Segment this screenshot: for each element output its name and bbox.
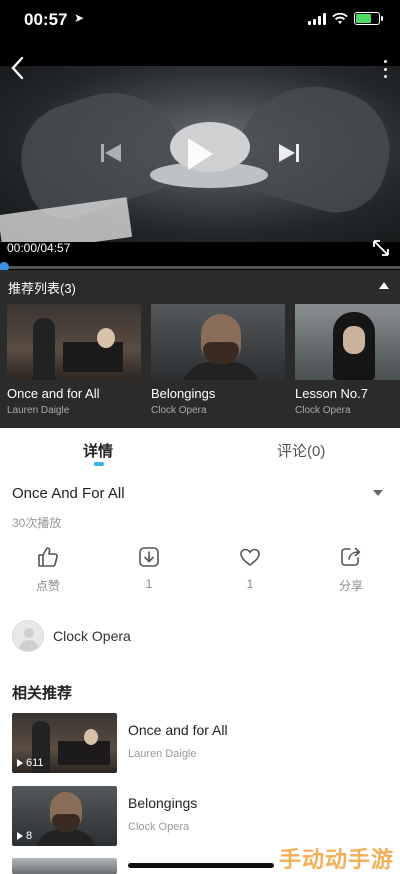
related-item-artist: Clock Opera bbox=[128, 821, 190, 833]
related-item-title: Once and for All bbox=[128, 722, 228, 738]
play-icon bbox=[17, 832, 23, 840]
related-item[interactable]: 8 Belongings Clock Opera bbox=[12, 786, 392, 846]
action-bar: 点赞 1 1 分享 bbox=[0, 545, 400, 600]
chevron-left-icon bbox=[11, 56, 24, 80]
video-thumbnail: 611 bbox=[12, 713, 117, 773]
play-icon bbox=[17, 759, 23, 767]
playlist-item-artist: Clock Opera bbox=[295, 405, 351, 416]
related-item-artist: Lauren Daigle bbox=[128, 748, 197, 760]
more-options-button[interactable] bbox=[382, 60, 388, 78]
playlist-list: Once and for All Lauren Daigle Belonging… bbox=[7, 304, 400, 424]
status-icons bbox=[308, 12, 383, 25]
expand-description-button[interactable] bbox=[373, 490, 383, 496]
play-button[interactable] bbox=[186, 137, 214, 171]
related-item[interactable]: 611 Once and for All Lauren Daigle bbox=[12, 713, 392, 773]
back-button[interactable] bbox=[10, 56, 30, 82]
progress-bar[interactable] bbox=[0, 262, 400, 272]
play-count: 30次播放 bbox=[12, 516, 62, 530]
collapse-playlist-button[interactable] bbox=[379, 282, 389, 289]
play-count-badge: 8 bbox=[17, 830, 32, 842]
share-label: 分享 bbox=[338, 579, 363, 593]
author-row[interactable]: Clock Opera bbox=[12, 620, 131, 652]
video-thumbnail bbox=[151, 304, 285, 380]
like-button[interactable]: 点赞 bbox=[18, 545, 78, 594]
detail-tabs: 详情 评论(0) bbox=[0, 428, 400, 472]
playlist-item-artist: Clock Opera bbox=[151, 405, 207, 416]
status-time: 00:57 bbox=[24, 10, 68, 29]
tab-details[interactable]: 详情 bbox=[83, 440, 113, 461]
playlist-item[interactable]: Belongings Clock Opera bbox=[151, 304, 285, 416]
share-button[interactable]: 分享 bbox=[321, 545, 381, 594]
thumbs-up-icon bbox=[38, 547, 58, 567]
playlist-item[interactable]: Once and for All Lauren Daigle bbox=[7, 304, 141, 416]
status-bar: 00:57 ➤ bbox=[0, 0, 400, 44]
wifi-icon bbox=[332, 12, 348, 24]
video-thumbnail bbox=[7, 304, 141, 380]
watermark-logo: 手动动手游 bbox=[278, 847, 394, 872]
download-count: 1 bbox=[145, 577, 153, 591]
video-thumbnail bbox=[12, 858, 117, 874]
playlist-item-artist: Lauren Daigle bbox=[7, 405, 70, 416]
related-item-title: Belongings bbox=[128, 795, 198, 811]
tab-indicator bbox=[94, 462, 104, 466]
previous-track-button[interactable] bbox=[100, 143, 122, 163]
playlist-item-title: Lesson No.7 bbox=[295, 386, 368, 401]
like-label: 点赞 bbox=[35, 579, 60, 593]
tab-comments[interactable]: 评论(0) bbox=[277, 440, 325, 461]
next-track-button[interactable] bbox=[278, 143, 300, 163]
download-button[interactable]: 1 bbox=[119, 545, 179, 591]
playlist-item[interactable]: Lesson No.7 Clock Opera bbox=[295, 304, 400, 416]
playlist-item-title: Belongings bbox=[151, 386, 216, 401]
favorite-count: 1 bbox=[246, 577, 254, 591]
related-play-count: 611 bbox=[26, 757, 44, 769]
playback-time: 00:00/04:57 bbox=[7, 241, 71, 255]
playlist-panel: 推荐列表(3) Once and for All Lauren Daigle B… bbox=[0, 270, 400, 428]
video-thumbnail: 8 bbox=[12, 786, 117, 846]
cellular-signal-icon bbox=[308, 12, 326, 25]
avatar[interactable] bbox=[12, 620, 44, 652]
share-icon bbox=[341, 547, 361, 566]
song-title: Once And For All bbox=[12, 485, 125, 502]
video-thumbnail bbox=[295, 304, 400, 380]
play-count-badge: 611 bbox=[17, 757, 44, 769]
download-icon bbox=[139, 547, 159, 567]
fullscreen-button[interactable] bbox=[372, 239, 390, 257]
location-arrow-icon: ➤ bbox=[74, 11, 85, 25]
author-name[interactable]: Clock Opera bbox=[53, 628, 131, 644]
playlist-header: 推荐列表(3) bbox=[8, 281, 76, 296]
playlist-item-title: Once and for All bbox=[7, 386, 100, 401]
related-play-count: 8 bbox=[26, 830, 33, 842]
favorite-button[interactable]: 1 bbox=[220, 545, 280, 591]
related-heading: 相关推荐 bbox=[12, 685, 73, 702]
heart-icon bbox=[240, 548, 260, 567]
home-indicator bbox=[128, 863, 274, 868]
battery-icon bbox=[354, 12, 383, 25]
